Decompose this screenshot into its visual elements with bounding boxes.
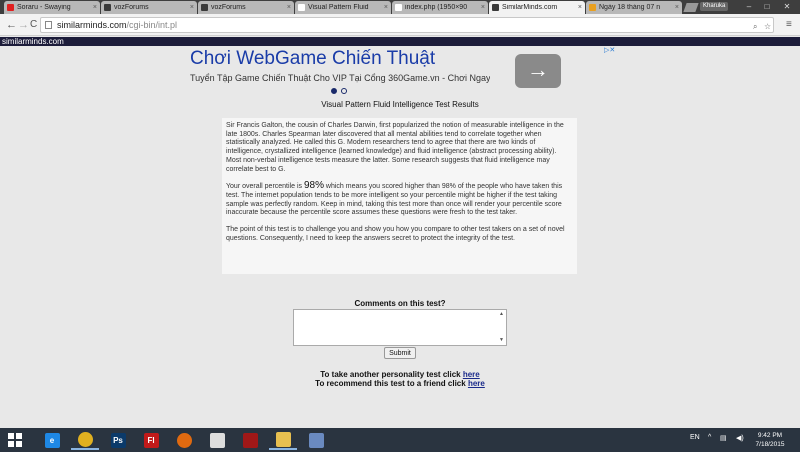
tab-strip: Soraru - Swaying × vozForums × vozForums × Vis… xyxy=(0,0,800,14)
another-test-link[interactable]: here xyxy=(463,370,480,379)
site-banner[interactable]: similarminds.com xyxy=(0,37,800,46)
reload-button[interactable]: C xyxy=(30,19,37,31)
tray-chevron-icon[interactable]: ^ xyxy=(708,434,711,441)
url-host: similarminds.com xyxy=(57,20,127,30)
browser-tab[interactable]: vozForums × xyxy=(101,1,197,14)
recommend-text: To recommend this test to a friend click xyxy=(315,379,468,388)
tab-favicon-icon xyxy=(298,4,305,11)
tab-label: vozForums xyxy=(114,4,149,11)
taskbar-bag-button[interactable] xyxy=(236,430,264,450)
bag-icon xyxy=(242,432,258,448)
tab-label: SimilarMinds.com xyxy=(502,4,558,11)
percentile-value: 98% xyxy=(303,180,324,192)
ad-carousel-dots xyxy=(331,88,347,94)
submit-button[interactable]: Submit xyxy=(384,347,416,359)
browser-tab[interactable]: Ngày 18 tháng 07 n × xyxy=(586,1,682,14)
tab-close-icon[interactable]: × xyxy=(93,4,97,11)
start-button-windows-icon[interactable] xyxy=(8,433,22,447)
address-bar[interactable]: similarminds.com/cgi-bin/int.pl ⌕ ☆ xyxy=(40,17,774,33)
flash-icon: Fl xyxy=(143,432,159,448)
taskbar-file-explorer-button[interactable] xyxy=(269,430,297,450)
menu-icon[interactable]: ≡ xyxy=(786,20,792,30)
tab-close-icon[interactable]: × xyxy=(384,4,388,11)
tab-label: index.php (1950×90 xyxy=(405,4,468,11)
tab-close-icon[interactable]: × xyxy=(287,4,291,11)
volume-icon[interactable]: ◀) xyxy=(736,434,744,442)
tool-icon xyxy=(308,432,324,448)
carousel-dot[interactable] xyxy=(341,88,347,94)
system-clock[interactable]: 9:42 PM 7/18/2015 xyxy=(752,431,788,449)
browser-tab[interactable]: vozForums × xyxy=(198,1,294,14)
tab-favicon-icon xyxy=(104,4,111,11)
clock-time: 9:42 PM xyxy=(757,432,783,439)
taskbar-mahjong-button[interactable] xyxy=(203,430,231,450)
tab-favicon-icon xyxy=(589,4,596,11)
tab-close-icon[interactable]: × xyxy=(481,4,485,11)
network-icon[interactable]: ▤ xyxy=(720,434,727,442)
recommend-line: To recommend this test to a friend click… xyxy=(0,379,800,388)
firefox-icon xyxy=(176,432,192,448)
scroll-up-arrow-icon[interactable]: ▲ xyxy=(499,311,504,317)
taskbar-tool-button[interactable] xyxy=(302,430,330,450)
tab-label: vozForums xyxy=(211,4,246,11)
forward-button[interactable]: → xyxy=(18,19,29,31)
internet-explorer-icon: e xyxy=(44,432,60,448)
tab-close-icon[interactable]: × xyxy=(675,4,679,11)
photoshop-icon: Ps xyxy=(110,432,126,448)
ad-title[interactable]: Chơi WebGame Chiến Thuật xyxy=(190,48,435,70)
clock-date: 7/18/2015 xyxy=(755,441,785,448)
tab-label: Ngày 18 tháng 07 n xyxy=(599,4,661,11)
percentile-paragraph: Your overall percentile is 98% which mea… xyxy=(226,180,573,218)
taskbar-photoshop-button[interactable]: Ps xyxy=(104,430,132,450)
browser-toolbar: ← → C similarminds.com/cgi-bin/int.pl ⌕ … xyxy=(0,14,800,36)
tab-favicon-icon xyxy=(201,4,208,11)
tab-favicon-icon xyxy=(7,4,14,11)
comment-textarea[interactable] xyxy=(293,309,507,346)
minimize-button[interactable]: – xyxy=(742,1,756,12)
another-test-line: To take another personality test click h… xyxy=(0,370,800,379)
browser-tab[interactable]: Soraru - Swaying × xyxy=(4,1,100,14)
tab-close-icon[interactable]: × xyxy=(190,4,194,11)
scroll-down-arrow-icon[interactable]: ▼ xyxy=(499,337,504,343)
mahjong-icon xyxy=(209,432,225,448)
bookmark-star-icon[interactable]: ☆ xyxy=(764,20,771,34)
intro-paragraph: Sir Francis Galton, the cousin of Charle… xyxy=(226,122,564,173)
maximize-button[interactable]: □ xyxy=(760,1,774,12)
advertisement[interactable]: Chơi WebGame Chiến Thuật Tuyển Tập Game … xyxy=(186,46,615,96)
tab-label: Soraru - Swaying xyxy=(17,4,71,11)
carousel-dot-active[interactable] xyxy=(331,88,337,94)
taskbar-internet-explorer-button[interactable]: e xyxy=(38,430,66,450)
tab-favicon-icon xyxy=(395,4,402,11)
page-icon xyxy=(45,21,52,29)
taskbar-chrome-button[interactable] xyxy=(71,430,99,450)
profile-badge[interactable]: Kharuka xyxy=(700,2,729,11)
close-window-button[interactable]: ✕ xyxy=(780,1,794,12)
page-title: Visual Pattern Fluid Intelligence Test R… xyxy=(321,100,479,109)
browser-tab[interactable]: SimilarMinds.com × xyxy=(489,1,585,14)
taskbar-firefox-button[interactable] xyxy=(170,430,198,450)
taskbar-flash-button[interactable]: Fl xyxy=(137,430,165,450)
chrome-icon xyxy=(77,431,93,447)
tab-favicon-icon xyxy=(492,4,499,11)
language-indicator[interactable]: EN xyxy=(690,434,700,441)
taskbar: EN ^ ▤ ◀) 9:42 PM 7/18/2015 e Ps Fl xyxy=(0,428,800,452)
zoom-icon[interactable]: ⌕ xyxy=(753,20,757,34)
another-test-text: To take another personality test click xyxy=(320,370,463,379)
percentile-prefix: Your overall percentile is xyxy=(226,183,304,191)
tab-label: Visual Pattern Fluid xyxy=(308,4,369,11)
ad-subtitle[interactable]: Tuyển Tập Game Chiến Thuật Cho VIP Tại C… xyxy=(190,73,490,83)
ad-arrow-button[interactable]: → xyxy=(515,54,561,88)
recommend-link[interactable]: here xyxy=(468,379,485,388)
tab-close-icon[interactable]: × xyxy=(578,4,582,11)
file-explorer-icon xyxy=(275,431,291,447)
closing-paragraph: The point of this test is to challenge y… xyxy=(226,226,565,242)
browser-tab[interactable]: index.php (1950×90 × xyxy=(392,1,488,14)
ad-choices-icon[interactable]: ▷✕ xyxy=(604,46,615,54)
new-tab-button[interactable] xyxy=(683,3,699,12)
result-panel: Sir Francis Galton, the cousin of Charle… xyxy=(222,118,577,274)
browser-tab[interactable]: Visual Pattern Fluid × xyxy=(295,1,391,14)
back-button[interactable]: ← xyxy=(6,19,17,31)
url-path: /cgi-bin/int.pl xyxy=(126,20,178,30)
comments-label: Comments on this test? xyxy=(354,299,446,308)
